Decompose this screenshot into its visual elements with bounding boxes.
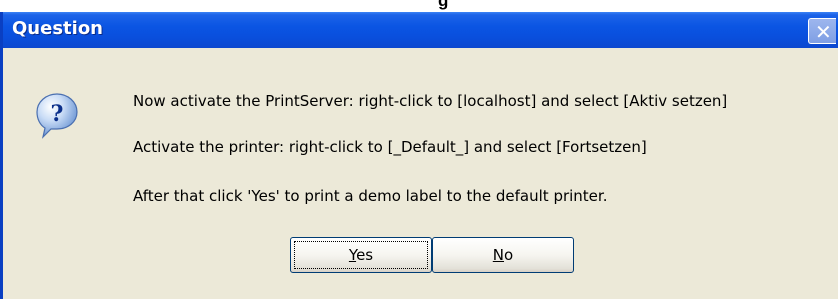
question-dialog: Question ✕ ? Now activate the PrintServe…: [0, 12, 838, 299]
no-label-rest: o: [504, 246, 514, 264]
title-bar[interactable]: Question ✕: [3, 12, 838, 48]
dialog-title: Question: [12, 18, 103, 39]
no-button[interactable]: No: [432, 237, 574, 273]
background-window-strip: g: [0, 0, 838, 12]
yes-label-rest: es: [356, 246, 374, 264]
no-mnemonic: N: [492, 246, 505, 264]
close-icon: ✕: [815, 20, 832, 44]
message-line-3: After that click 'Yes' to print a demo l…: [133, 187, 608, 205]
svg-text:?: ?: [51, 101, 64, 127]
partial-heading-text: g: [438, 0, 449, 10]
question-icon: ?: [36, 93, 78, 139]
message-line-1: Now activate the PrintServer: right-clic…: [133, 92, 728, 110]
close-button[interactable]: ✕: [808, 18, 836, 44]
message-line-2: Activate the printer: right-click to [_D…: [133, 138, 647, 156]
yes-mnemonic: Y: [348, 246, 357, 264]
yes-button[interactable]: Yes: [290, 237, 432, 273]
